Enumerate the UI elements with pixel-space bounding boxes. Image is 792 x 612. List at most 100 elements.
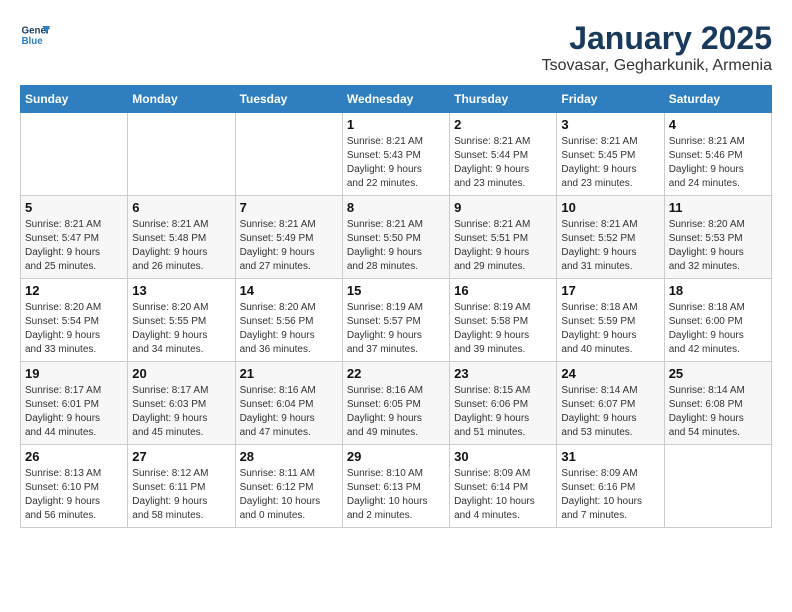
week-row-4: 19 Sunrise: 8:17 AM Sunset: 6:01 PM Dayli… (21, 362, 772, 445)
logo-icon: General Blue (20, 20, 50, 50)
calendar-cell (664, 445, 771, 528)
calendar-cell: 19 Sunrise: 8:17 AM Sunset: 6:01 PM Dayli… (21, 362, 128, 445)
calendar-cell: 29Sunrise: 8:10 AM Sunset: 6:13 PM Dayli… (342, 445, 449, 528)
day-info: Sunrise: 8:20 AM Sunset: 5:54 PM Dayligh… (25, 301, 123, 357)
calendar-title: January 2025 (542, 20, 772, 57)
day-header-tuesday: Tuesday (235, 86, 342, 113)
day-number: 11 (669, 200, 767, 215)
day-info: Sunrise: 8:14 AM Sunset: 6:08 PM Dayligh… (669, 384, 767, 440)
day-info: Sunrise: 8:21 AM Sunset: 5:47 PM Dayligh… (25, 218, 123, 274)
title-section: January 2025 Tsovasar, Gegharkunik, Arme… (542, 20, 772, 75)
week-row-3: 12 Sunrise: 8:20 AM Sunset: 5:54 PM Dayli… (21, 279, 772, 362)
day-number: 6 (132, 200, 230, 215)
calendar-cell: 20Sunrise: 8:17 AM Sunset: 6:03 PM Dayli… (128, 362, 235, 445)
day-number: 26 (25, 449, 123, 464)
day-info: Sunrise: 8:21 AM Sunset: 5:45 PM Dayligh… (561, 135, 659, 191)
day-info: Sunrise: 8:21 AM Sunset: 5:50 PM Dayligh… (347, 218, 445, 274)
day-info: Sunrise: 8:21 AM Sunset: 5:43 PM Dayligh… (347, 135, 445, 191)
day-info: Sunrise: 8:18 AM Sunset: 6:00 PM Dayligh… (669, 301, 767, 357)
calendar-cell: 2 Sunrise: 8:21 AM Sunset: 5:44 PM Daylig… (450, 113, 557, 196)
day-info: Sunrise: 8:21 AM Sunset: 5:44 PM Dayligh… (454, 135, 552, 191)
day-header-thursday: Thursday (450, 86, 557, 113)
calendar-cell: 6 Sunrise: 8:21 AM Sunset: 5:48 PM Daylig… (128, 196, 235, 279)
calendar-cell: 17Sunrise: 8:18 AM Sunset: 5:59 PM Dayli… (557, 279, 664, 362)
day-number: 16 (454, 283, 552, 298)
day-number: 5 (25, 200, 123, 215)
calendar-cell: 28 Sunrise: 8:11 AM Sunset: 6:12 PM Dayli… (235, 445, 342, 528)
calendar-cell: 23 Sunrise: 8:15 AM Sunset: 6:06 PM Dayli… (450, 362, 557, 445)
calendar-cell (128, 113, 235, 196)
days-header-row: SundayMondayTuesdayWednesdayThursdayFrid… (21, 86, 772, 113)
day-info: Sunrise: 8:16 AM Sunset: 6:05 PM Dayligh… (347, 384, 445, 440)
day-number: 3 (561, 117, 659, 132)
calendar-cell: 16 Sunrise: 8:19 AM Sunset: 5:58 PM Dayli… (450, 279, 557, 362)
day-number: 4 (669, 117, 767, 132)
page-header: General Blue January 2025 Tsovasar, Gegh… (20, 20, 772, 75)
calendar-cell: 25Sunrise: 8:14 AM Sunset: 6:08 PM Dayli… (664, 362, 771, 445)
calendar-cell: 1Sunrise: 8:21 AM Sunset: 5:43 PM Daylig… (342, 113, 449, 196)
calendar-cell: 27 Sunrise: 8:12 AM Sunset: 6:11 PM Dayli… (128, 445, 235, 528)
day-number: 19 (25, 366, 123, 381)
day-info: Sunrise: 8:17 AM Sunset: 6:03 PM Dayligh… (132, 384, 230, 440)
day-info: Sunrise: 8:21 AM Sunset: 5:51 PM Dayligh… (454, 218, 552, 274)
day-number: 10 (561, 200, 659, 215)
calendar-cell: 31 Sunrise: 8:09 AM Sunset: 6:16 PM Dayli… (557, 445, 664, 528)
day-number: 22 (347, 366, 445, 381)
day-number: 18 (669, 283, 767, 298)
day-number: 13 (132, 283, 230, 298)
calendar-cell: 15Sunrise: 8:19 AM Sunset: 5:57 PM Dayli… (342, 279, 449, 362)
logo: General Blue (20, 20, 50, 50)
day-info: Sunrise: 8:18 AM Sunset: 5:59 PM Dayligh… (561, 301, 659, 357)
calendar-cell: 21 Sunrise: 8:16 AM Sunset: 6:04 PM Dayli… (235, 362, 342, 445)
day-info: Sunrise: 8:20 AM Sunset: 5:56 PM Dayligh… (240, 301, 338, 357)
calendar-cell: 22 Sunrise: 8:16 AM Sunset: 6:05 PM Dayli… (342, 362, 449, 445)
week-row-5: 26 Sunrise: 8:13 AM Sunset: 6:10 PM Dayli… (21, 445, 772, 528)
day-info: Sunrise: 8:21 AM Sunset: 5:52 PM Dayligh… (561, 218, 659, 274)
calendar-cell: 26 Sunrise: 8:13 AM Sunset: 6:10 PM Dayli… (21, 445, 128, 528)
day-number: 23 (454, 366, 552, 381)
day-info: Sunrise: 8:09 AM Sunset: 6:16 PM Dayligh… (561, 467, 659, 523)
calendar-table: SundayMondayTuesdayWednesdayThursdayFrid… (20, 85, 772, 528)
day-info: Sunrise: 8:12 AM Sunset: 6:11 PM Dayligh… (132, 467, 230, 523)
calendar-cell: 18 Sunrise: 8:18 AM Sunset: 6:00 PM Dayli… (664, 279, 771, 362)
week-row-1: 1Sunrise: 8:21 AM Sunset: 5:43 PM Daylig… (21, 113, 772, 196)
day-number: 24 (561, 366, 659, 381)
day-header-wednesday: Wednesday (342, 86, 449, 113)
day-info: Sunrise: 8:21 AM Sunset: 5:48 PM Dayligh… (132, 218, 230, 274)
calendar-cell: 3 Sunrise: 8:21 AM Sunset: 5:45 PM Daylig… (557, 113, 664, 196)
calendar-cell: 30Sunrise: 8:09 AM Sunset: 6:14 PM Dayli… (450, 445, 557, 528)
calendar-cell: 8 Sunrise: 8:21 AM Sunset: 5:50 PM Daylig… (342, 196, 449, 279)
day-info: Sunrise: 8:21 AM Sunset: 5:49 PM Dayligh… (240, 218, 338, 274)
week-row-2: 5 Sunrise: 8:21 AM Sunset: 5:47 PM Daylig… (21, 196, 772, 279)
day-info: Sunrise: 8:15 AM Sunset: 6:06 PM Dayligh… (454, 384, 552, 440)
calendar-cell: 13Sunrise: 8:20 AM Sunset: 5:55 PM Dayli… (128, 279, 235, 362)
calendar-cell (21, 113, 128, 196)
day-info: Sunrise: 8:11 AM Sunset: 6:12 PM Dayligh… (240, 467, 338, 523)
day-info: Sunrise: 8:10 AM Sunset: 6:13 PM Dayligh… (347, 467, 445, 523)
day-info: Sunrise: 8:14 AM Sunset: 6:07 PM Dayligh… (561, 384, 659, 440)
day-number: 27 (132, 449, 230, 464)
day-number: 7 (240, 200, 338, 215)
day-info: Sunrise: 8:21 AM Sunset: 5:46 PM Dayligh… (669, 135, 767, 191)
calendar-cell: 24 Sunrise: 8:14 AM Sunset: 6:07 PM Dayli… (557, 362, 664, 445)
calendar-cell: 5 Sunrise: 8:21 AM Sunset: 5:47 PM Daylig… (21, 196, 128, 279)
day-number: 2 (454, 117, 552, 132)
day-info: Sunrise: 8:13 AM Sunset: 6:10 PM Dayligh… (25, 467, 123, 523)
day-number: 14 (240, 283, 338, 298)
day-info: Sunrise: 8:19 AM Sunset: 5:58 PM Dayligh… (454, 301, 552, 357)
day-number: 21 (240, 366, 338, 381)
day-info: Sunrise: 8:20 AM Sunset: 5:53 PM Dayligh… (669, 218, 767, 274)
calendar-cell: 14 Sunrise: 8:20 AM Sunset: 5:56 PM Dayli… (235, 279, 342, 362)
day-number: 8 (347, 200, 445, 215)
day-number: 30 (454, 449, 552, 464)
day-info: Sunrise: 8:17 AM Sunset: 6:01 PM Dayligh… (25, 384, 123, 440)
day-number: 15 (347, 283, 445, 298)
svg-text:Blue: Blue (22, 36, 44, 47)
calendar-cell (235, 113, 342, 196)
day-number: 31 (561, 449, 659, 464)
day-number: 28 (240, 449, 338, 464)
calendar-cell: 4 Sunrise: 8:21 AM Sunset: 5:46 PM Daylig… (664, 113, 771, 196)
day-number: 12 (25, 283, 123, 298)
day-info: Sunrise: 8:16 AM Sunset: 6:04 PM Dayligh… (240, 384, 338, 440)
calendar-cell: 10 Sunrise: 8:21 AM Sunset: 5:52 PM Dayli… (557, 196, 664, 279)
